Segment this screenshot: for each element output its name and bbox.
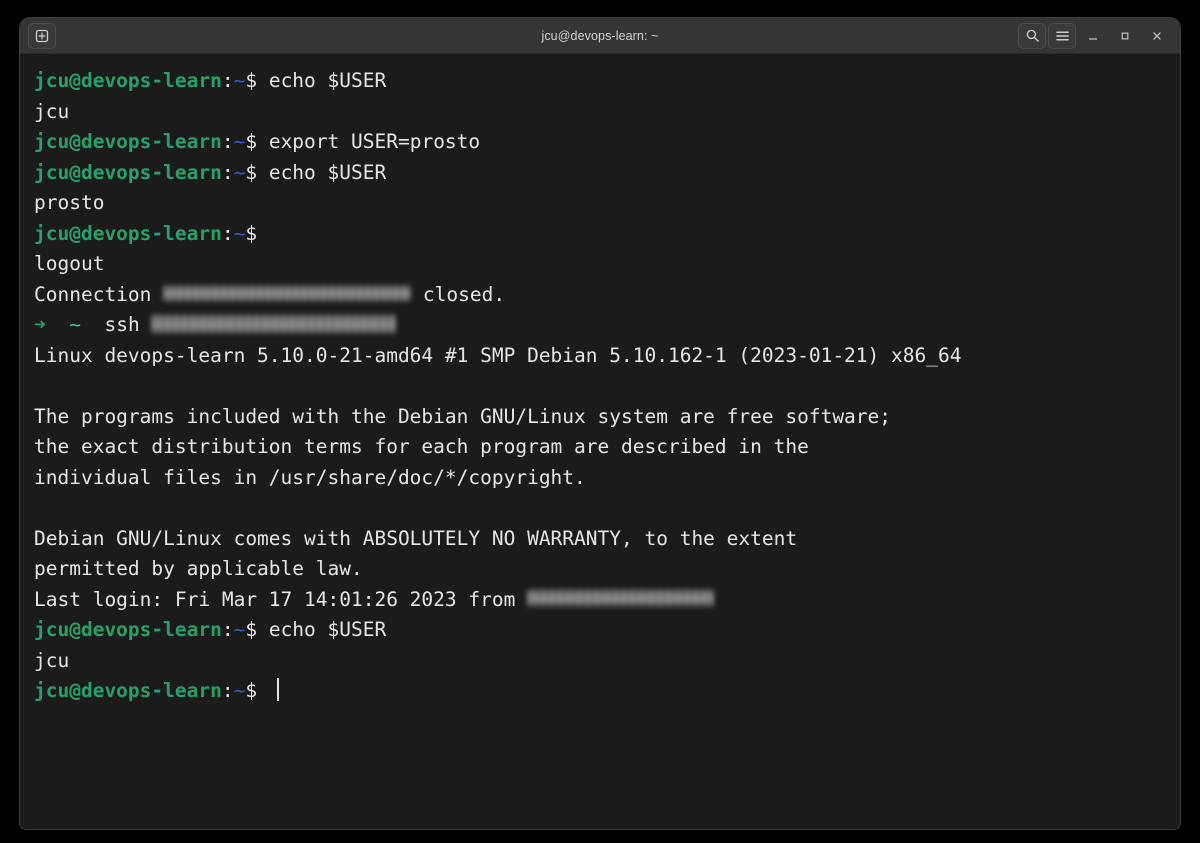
hamburger-icon — [1055, 31, 1069, 40]
terminal-output-text: logout — [34, 252, 105, 275]
terminal-output-line: Last login: Fri Mar 17 14:01:26 2023 fro… — [34, 585, 1166, 616]
terminal-output-line: individual files in /usr/share/doc/*/cop… — [34, 463, 1166, 494]
terminal-output-line: prosto — [34, 188, 1166, 219]
prompt-sigil: $ — [245, 618, 269, 641]
prompt-user-host: jcu@devops-learn — [34, 221, 222, 245]
prompt-user-host: jcu@devops-learn — [34, 130, 222, 153]
prompt-colon: : — [221, 69, 234, 92]
prompt-colon: : — [221, 130, 234, 153]
terminal-output-text: permitted by applicable law. — [34, 557, 363, 580]
terminal-prompt-line: jcu@devops-learn:~$ — [34, 219, 1166, 250]
prompt-path: ~ — [233, 160, 246, 184]
terminal-output-text: The programs included with the Debian GN… — [34, 404, 892, 428]
terminal-prompt-line: ➜ ~ ssh — [34, 310, 1166, 341]
prompt-colon: : — [221, 221, 234, 245]
terminal-output-line: jcu — [34, 97, 1166, 128]
connection-text-before: Connection — [34, 282, 164, 306]
text-cursor — [276, 678, 279, 701]
prompt-path: ~ — [233, 221, 246, 245]
terminal-output: jcu@devops-learn:~$ echo $USER jcu jcu@dev… — [20, 66, 1180, 707]
terminal-command: export USER=prosto — [268, 130, 481, 153]
terminal-output-text: jcu — [34, 99, 70, 123]
terminal-output-line: the exact distribution terms for each pr… — [34, 432, 1166, 463]
prompt-path: ~ — [233, 69, 246, 92]
maximize-button[interactable] — [1110, 24, 1140, 48]
minimize-button[interactable] — [1078, 24, 1108, 48]
terminal-prompt-line: jcu@devops-learn:~$ echo $USER — [34, 615, 1166, 646]
prompt-sigil: $ — [245, 160, 269, 184]
window-title: jcu@devops-learn: ~ — [541, 28, 659, 43]
title-bar[interactable]: jcu@devops-learn: ~ — [20, 18, 1180, 54]
prompt-short-path: ~ — [69, 313, 81, 336]
terminal-output-text: jcu — [34, 648, 70, 672]
terminal-output-text: prosto — [34, 191, 105, 214]
new-tab-button[interactable] — [28, 22, 56, 49]
terminal-output-line: Debian GNU/Linux comes with ABSOLUTELY N… — [34, 524, 1166, 555]
prompt-sigil: $ — [245, 130, 269, 153]
minimize-icon — [1088, 37, 1098, 40]
terminal-output-text: Linux devops-learn 5.10.0-21-amd64 #1 SM… — [34, 343, 962, 367]
terminal-output-line: jcu — [34, 646, 1166, 677]
terminal-body[interactable]: jcu@devops-learn:~$ echo $USER jcu jcu@dev… — [20, 54, 1180, 829]
prompt-user-host: jcu@devops-learn — [34, 618, 222, 641]
terminal-command: ssh — [80, 313, 152, 336]
terminal-prompt-line: jcu@devops-learn:~$ — [34, 676, 1166, 707]
close-button[interactable] — [1142, 24, 1172, 48]
titlebar-left-group — [28, 22, 56, 49]
prompt-colon: : — [221, 679, 234, 702]
terminal-prompt-line: jcu@devops-learn:~$ echo $USER — [34, 66, 1166, 97]
redacted-ssh-target — [151, 313, 397, 334]
terminal-output-text: the exact distribution terms for each pr… — [34, 435, 809, 458]
connection-text-after: closed. — [411, 282, 506, 306]
prompt-user-host: jcu@devops-learn — [34, 69, 222, 92]
terminal-output-line: Linux devops-learn 5.10.0-21-amd64 #1 SM… — [34, 341, 1166, 372]
terminal-prompt-line: jcu@devops-learn:~$ export USER=prosto — [34, 127, 1166, 158]
prompt-gap — [46, 313, 69, 336]
redacted-host-address — [163, 284, 412, 302]
prompt-user-host: jcu@devops-learn — [34, 679, 222, 702]
prompt-sigil: $ — [245, 679, 269, 702]
plus-box-icon — [35, 29, 49, 42]
prompt-path: ~ — [233, 679, 246, 702]
terminal-output-line: logout — [34, 249, 1166, 280]
prompt-arrow-icon: ➜ — [34, 313, 46, 336]
terminal-output-line: Connection closed. — [34, 280, 1166, 311]
titlebar-right-group — [1018, 22, 1172, 49]
prompt-colon: : — [221, 160, 234, 184]
maximize-icon — [1121, 32, 1129, 39]
terminal-prompt-line: jcu@devops-learn:~$ echo $USER — [34, 158, 1166, 189]
prompt-colon: : — [221, 618, 234, 641]
prompt-path: ~ — [233, 618, 246, 641]
terminal-window[interactable]: jcu@devops-learn: ~ jcu@devops-learn:~$ … — [20, 18, 1180, 829]
prompt-sigil: $ — [245, 69, 269, 92]
prompt-path: ~ — [233, 130, 246, 153]
search-button[interactable] — [1018, 22, 1046, 49]
close-icon — [1153, 31, 1161, 40]
terminal-command: echo $USER — [268, 69, 387, 92]
terminal-command: echo $USER — [268, 618, 387, 641]
terminal-output-line: permitted by applicable law. — [34, 554, 1166, 585]
redacted-login-source — [527, 589, 715, 607]
prompt-sigil: $ — [245, 221, 269, 245]
terminal-output-text: Debian GNU/Linux comes with ABSOLUTELY N… — [34, 526, 798, 550]
terminal-output-text: individual files in /usr/share/doc/*/cop… — [34, 465, 586, 489]
terminal-command: echo $USER — [268, 160, 387, 184]
search-icon — [1026, 29, 1039, 42]
last-login-text: Last login: Fri Mar 17 14:01:26 2023 fro… — [34, 587, 528, 611]
terminal-output-line: The programs included with the Debian GN… — [34, 402, 1166, 433]
prompt-user-host: jcu@devops-learn — [34, 160, 222, 184]
menu-button[interactable] — [1048, 22, 1076, 49]
